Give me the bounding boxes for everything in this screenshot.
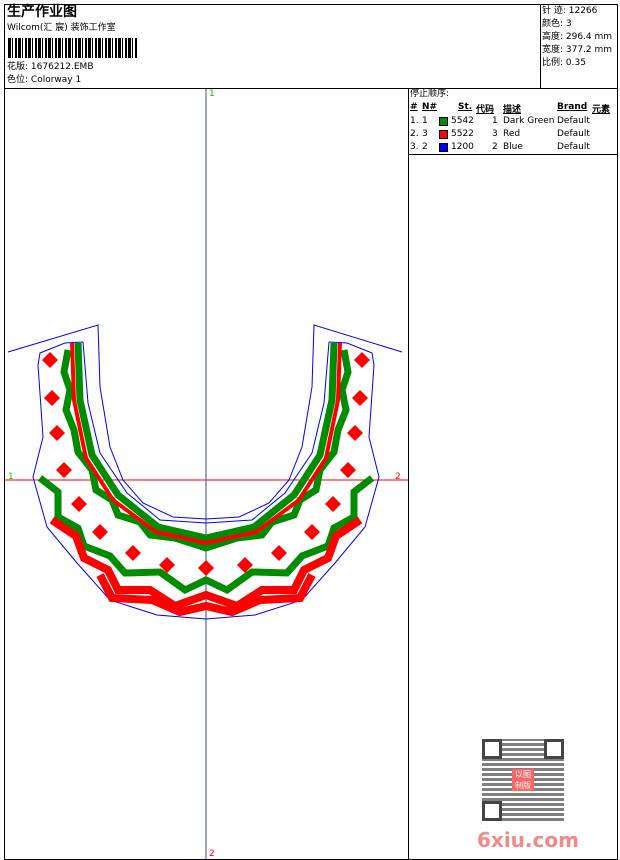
watermark-logo: 6xiu.com xyxy=(477,828,579,852)
red-diamond xyxy=(71,496,87,512)
red-diamond xyxy=(347,425,363,441)
red-diamond xyxy=(304,524,320,540)
red-diamond xyxy=(92,524,108,540)
qr-corner xyxy=(544,739,564,759)
red-diamond xyxy=(198,560,214,576)
axis-label-left: 1 xyxy=(8,472,14,482)
red-diamond xyxy=(340,462,356,478)
red-diamond xyxy=(49,425,65,441)
qr-corner xyxy=(482,739,502,759)
axis-label-bottom: 2 xyxy=(209,849,215,859)
red-diamond xyxy=(354,352,370,368)
design-canvas: 1 2 1 2 xyxy=(5,89,408,859)
red-diamond xyxy=(352,390,368,406)
red-diamond xyxy=(44,390,60,406)
red-diamond xyxy=(42,352,58,368)
red-diamond xyxy=(56,462,72,478)
qr-corner xyxy=(482,801,502,821)
axis-label-top: 1 xyxy=(209,89,215,99)
red-diamond xyxy=(325,496,341,512)
red-diamond xyxy=(271,545,287,561)
red-diamond xyxy=(125,545,141,561)
axis-label-right: 2 xyxy=(395,472,401,482)
seal-logo: 以图制版 xyxy=(512,769,534,791)
